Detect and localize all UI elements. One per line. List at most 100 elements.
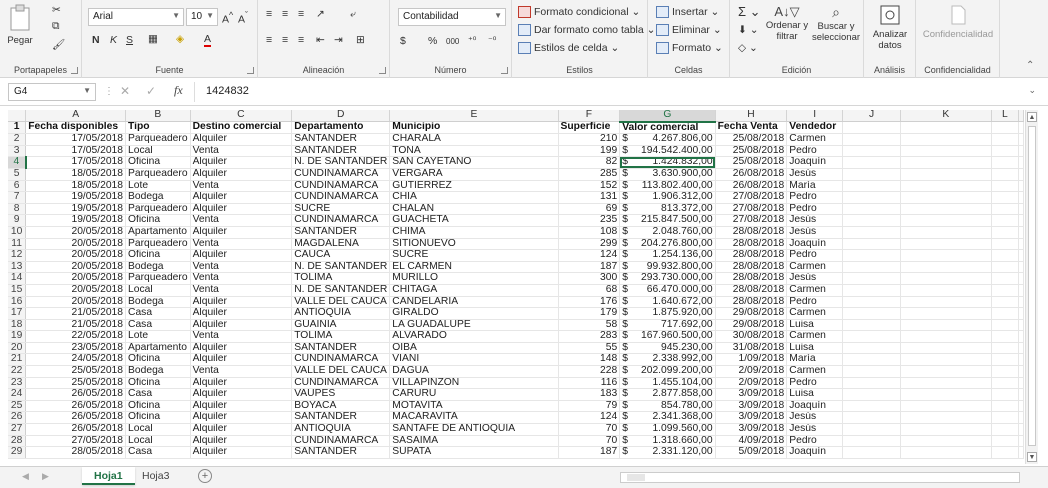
cell-destino[interactable]: Venta	[190, 261, 293, 274]
cell-fecha-venta[interactable]: 26/08/2018	[715, 180, 788, 193]
cell-fecha-disponible[interactable]: 26/05/2018	[25, 388, 127, 401]
cell[interactable]	[900, 238, 992, 251]
cell[interactable]	[1018, 307, 1024, 320]
row-header[interactable]: 7	[8, 191, 27, 204]
cell-municipio[interactable]: GUTIERREZ	[389, 180, 559, 193]
cell-fecha-disponible[interactable]: 20/05/2018	[25, 296, 127, 309]
column-header[interactable]: H	[715, 110, 788, 123]
cell-departamento[interactable]: N. DE SANTANDER	[291, 261, 391, 274]
cell-fecha-venta[interactable]: 3/09/2018	[715, 400, 788, 413]
cell-municipio[interactable]: SAN CAYETANO	[389, 156, 559, 169]
cell-departamento[interactable]: MAGDALENA	[291, 238, 391, 251]
cell-fecha-venta[interactable]: 31/08/2018	[715, 342, 788, 355]
cell-fecha-disponible[interactable]: 25/05/2018	[25, 365, 127, 378]
column-header[interactable]: G	[619, 110, 716, 123]
cell-vendedor[interactable]: Pedro	[786, 435, 844, 448]
cell-destino[interactable]: Alquiler	[190, 377, 293, 390]
cell-superficie[interactable]: 187	[558, 261, 621, 274]
orientation-icon[interactable]: ↗	[316, 8, 325, 20]
merge-center-icon[interactable]: ⊞	[356, 34, 365, 46]
next-sheet-icon[interactable]: ▶	[42, 471, 49, 482]
cell-destino[interactable]: Alquiler	[190, 307, 293, 320]
cell-fecha-disponible[interactable]: 26/05/2018	[25, 423, 127, 436]
cell[interactable]	[842, 214, 902, 227]
add-sheet-button[interactable]: +	[198, 469, 212, 483]
column-header[interactable]: J	[842, 110, 902, 123]
cell[interactable]	[842, 121, 902, 135]
cell-fecha-venta[interactable]: 25/08/2018	[715, 133, 788, 146]
cell-valor-comercial[interactable]: $215.847.500,00	[619, 214, 716, 227]
cell-municipio[interactable]: SANTAFE DE ANTIOQUIA	[389, 423, 559, 436]
cell-fecha-venta[interactable]: 30/08/2018	[715, 330, 788, 343]
cell-destino[interactable]: Alquiler	[190, 319, 293, 332]
cell-vendedor[interactable]: Jesús	[786, 214, 844, 227]
cell[interactable]	[842, 272, 902, 285]
cell[interactable]	[1018, 168, 1024, 181]
cell-superficie[interactable]: 79	[558, 400, 621, 413]
cell-destino[interactable]: Venta	[190, 145, 293, 158]
row-header[interactable]: 25	[8, 400, 27, 413]
cell[interactable]	[991, 272, 1020, 285]
cell-destino[interactable]: Alquiler	[190, 168, 293, 181]
cell-fecha-venta[interactable]: 28/08/2018	[715, 226, 788, 239]
cell[interactable]	[991, 133, 1020, 146]
cell[interactable]	[842, 319, 902, 332]
cell[interactable]	[842, 238, 902, 251]
cell-fecha-disponible[interactable]: 17/05/2018	[25, 133, 127, 146]
cell-fecha-disponible[interactable]: 17/05/2018	[25, 145, 127, 158]
column-header[interactable]: E	[389, 110, 559, 123]
cell[interactable]	[842, 296, 902, 309]
row-header[interactable]: 8	[8, 203, 27, 216]
percent-button[interactable]: %	[428, 35, 437, 47]
cell-fecha-venta[interactable]: 3/09/2018	[715, 411, 788, 425]
cell-departamento[interactable]: VALLE DEL CAUCA	[291, 296, 391, 309]
borders-icon[interactable]: ▦	[148, 33, 158, 45]
cell-vendedor[interactable]: Carmen	[786, 261, 844, 274]
cell[interactable]	[1018, 319, 1024, 332]
cell[interactable]	[900, 307, 992, 320]
cell-tipo[interactable]: Local	[125, 145, 191, 158]
cell-tipo[interactable]: Oficina	[125, 214, 191, 227]
cell-fecha-disponible[interactable]: 22/05/2018	[25, 330, 127, 343]
cell[interactable]	[900, 133, 992, 146]
cell[interactable]	[1018, 435, 1024, 448]
column-title[interactable]: Vendedor	[786, 121, 844, 135]
cell[interactable]	[991, 423, 1020, 436]
currency-button[interactable]: $	[400, 35, 406, 47]
row-header[interactable]: 18	[8, 319, 27, 332]
cell-fecha-disponible[interactable]: 20/05/2018	[25, 226, 127, 239]
cell[interactable]	[991, 365, 1020, 378]
cell[interactable]	[900, 249, 992, 262]
align-bottom-icon[interactable]: ≡	[298, 8, 304, 20]
cell-valor-comercial[interactable]: $99.932.800,00	[619, 261, 716, 274]
cell-valor-comercial[interactable]: $1.906.312,00	[619, 191, 716, 204]
cell-vendedor[interactable]: Jesús	[786, 168, 844, 181]
cell[interactable]	[900, 435, 992, 448]
cell-fecha-venta[interactable]: 27/08/2018	[715, 203, 788, 216]
cell-superficie[interactable]: 148	[558, 353, 621, 367]
cell-departamento[interactable]: SANTANDER	[291, 446, 391, 459]
cell[interactable]	[1018, 330, 1024, 343]
insert-function-button[interactable]: fx	[174, 83, 183, 98]
cell-fecha-disponible[interactable]: 28/05/2018	[25, 446, 127, 459]
cell[interactable]	[991, 261, 1020, 274]
cell[interactable]	[900, 284, 992, 297]
cell-fecha-disponible[interactable]: 20/05/2018	[25, 272, 127, 285]
cell-vendedor[interactable]: Carmen	[786, 330, 844, 343]
cell-municipio[interactable]: SUPATA	[389, 446, 559, 459]
cell-vendedor[interactable]: Carmen	[786, 307, 844, 320]
row-header[interactable]: 24	[8, 388, 27, 401]
cell[interactable]	[1018, 121, 1024, 135]
column-title[interactable]: Destino comercial	[190, 121, 293, 135]
cell-fecha-venta[interactable]: 1/09/2018	[715, 353, 788, 367]
cell-vendedor[interactable]: Luisa	[786, 342, 844, 355]
cell-municipio[interactable]: MACARAVITA	[389, 411, 559, 425]
cell-fecha-disponible[interactable]: 25/05/2018	[25, 377, 127, 390]
cell-vendedor[interactable]: Jesús	[786, 411, 844, 425]
cell-superficie[interactable]: 68	[558, 284, 621, 297]
cell[interactable]	[842, 423, 902, 436]
cell[interactable]	[991, 284, 1020, 297]
expand-formula-icon[interactable]: ⌄	[1028, 85, 1036, 96]
cell-municipio[interactable]: MURILLO	[389, 272, 559, 285]
cell[interactable]	[991, 435, 1020, 448]
